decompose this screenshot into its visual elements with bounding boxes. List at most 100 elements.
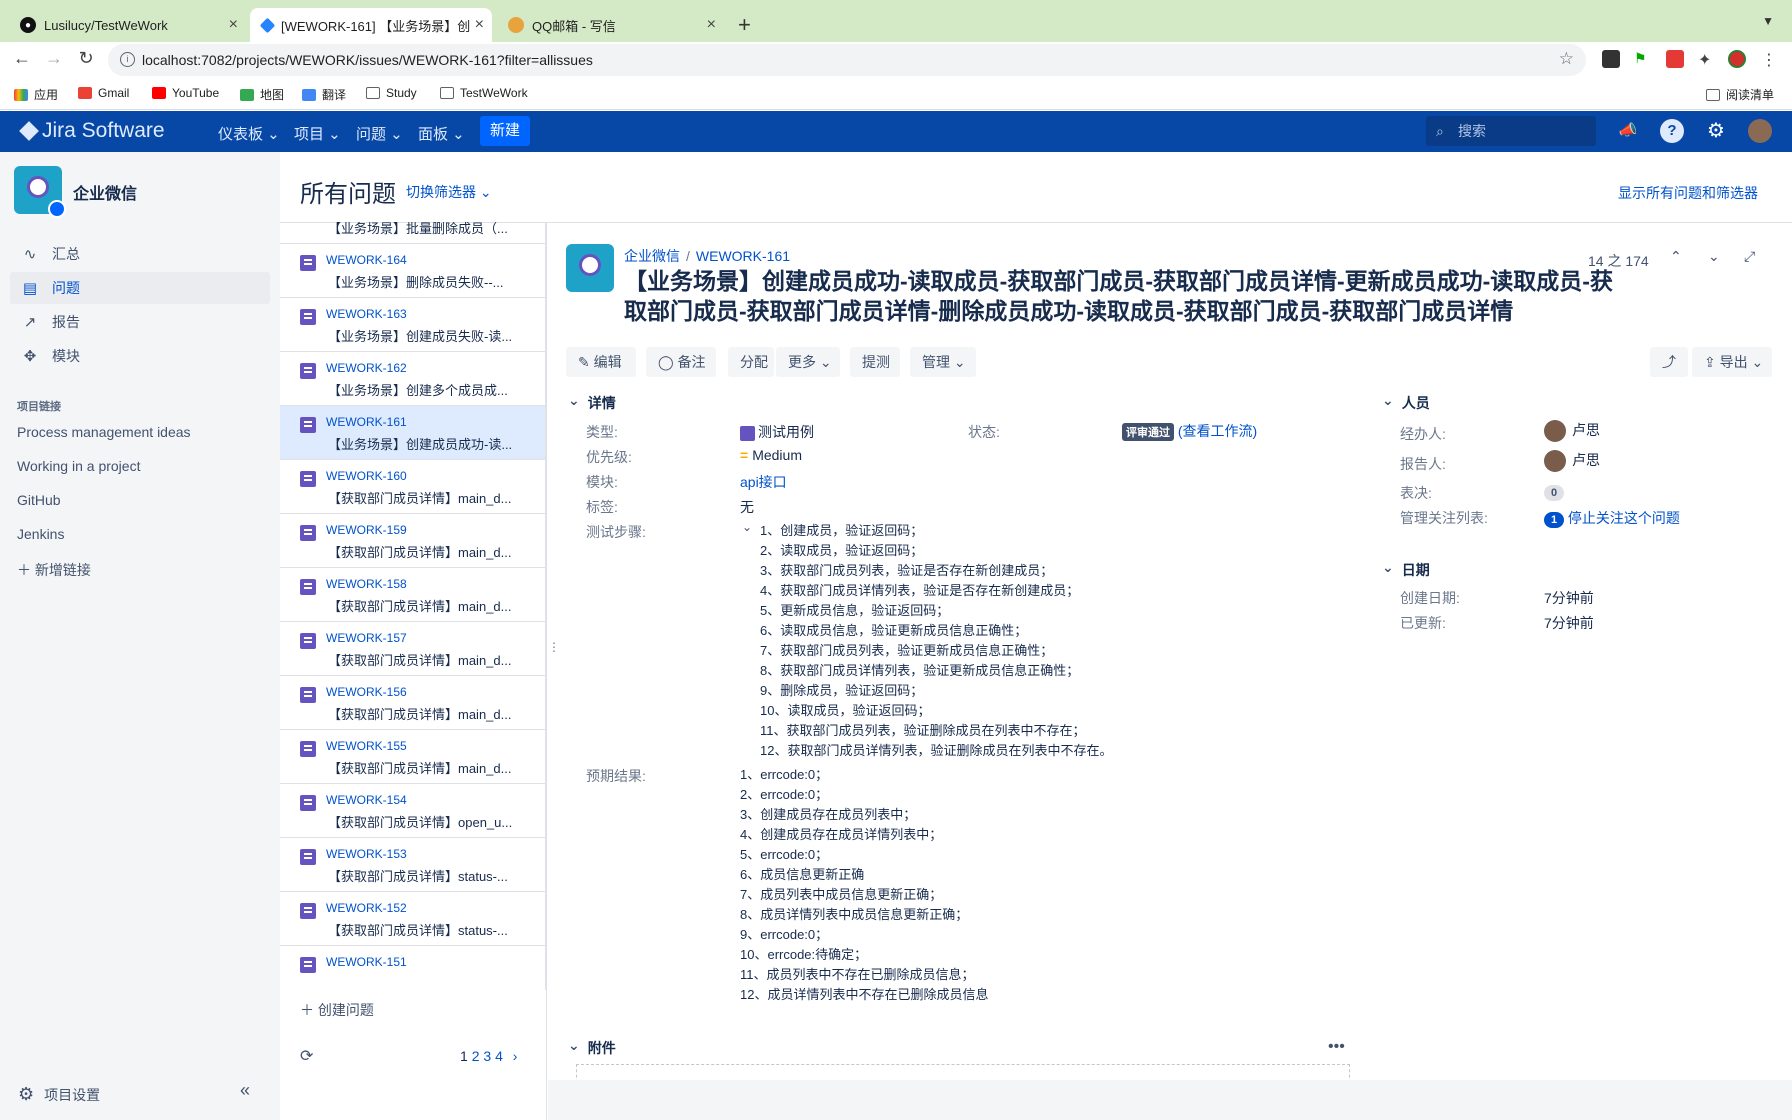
comment-button[interactable]: ◯ 备注 [646, 347, 716, 377]
menu-issues[interactable]: 问题 ⌄ [356, 123, 403, 144]
next-issue-icon[interactable]: ⌄ [1708, 248, 1720, 265]
attachments-section-toggle[interactable]: 附件 [568, 1038, 616, 1058]
search-input[interactable]: ⌕ 搜索 [1426, 116, 1596, 146]
issue-summary[interactable]: 【业务场景】创建成员成功-读取成员-获取部门成员-获取部门成员详情-更新成员成功… [624, 266, 1634, 326]
list-item[interactable]: WEWORK-158 【获取部门成员详情】main_d... [280, 568, 545, 622]
tab-search-icon[interactable]: ▼ [1762, 14, 1774, 28]
share-icon[interactable]: ⤴ [1650, 347, 1688, 377]
votes-value[interactable]: 0 [1544, 483, 1564, 501]
list-item[interactable]: WEWORK-155 【获取部门成员详情】main_d... [280, 730, 545, 784]
export-button[interactable]: ⇪ 导出 ⌄ [1692, 347, 1772, 377]
expand-icon[interactable]: ⤢ [1744, 248, 1755, 265]
list-item[interactable]: WEWORK-163 【业务场景】创建成员失败-读... [280, 298, 545, 352]
stop-watching-link[interactable]: 停止关注这个问题 [1568, 510, 1680, 526]
assign-button[interactable]: 分配 [728, 347, 774, 377]
list-item[interactable]: WEWORK-164 【业务场景】删除成员失败--... [280, 244, 545, 298]
expected-results[interactable]: 1、errcode:0； 2、errcode:0； 3、创建成员存在成员列表中；… [740, 765, 988, 1005]
bookmark-gmail[interactable]: Gmail [78, 86, 129, 100]
bookmark-maps[interactable]: 地图 [240, 86, 284, 103]
details-section-toggle[interactable]: 详情 [568, 393, 616, 413]
more-options-icon[interactable]: ••• [1328, 1038, 1345, 1056]
dates-section-toggle[interactable]: 日期 [1382, 560, 1430, 580]
page-3[interactable]: 3 [483, 1048, 491, 1064]
reload-icon[interactable]: ↻ [74, 48, 98, 69]
bookmark-apps[interactable]: 应用 [14, 86, 58, 103]
edit-button[interactable]: ✎ 编辑 [566, 347, 636, 377]
browser-tab-qqmail[interactable]: QQ邮箱 - 写信 × [496, 8, 724, 42]
panel-splitter[interactable] [546, 222, 547, 1120]
browser-tab-jira[interactable]: [WEWORK-161] 【业务场景】创 × [250, 8, 492, 42]
browser-tab-github[interactable]: ● Lusilucy/TestWeWork × [8, 8, 246, 42]
list-item-selected[interactable]: WEWORK-161 【业务场景】创建成员成功-读... [280, 406, 545, 460]
profile-avatar[interactable] [1728, 50, 1746, 68]
bookmark-testwework[interactable]: TestWeWork [440, 86, 528, 100]
list-item[interactable]: WEWORK-157 【获取部门成员详情】main_d... [280, 622, 545, 676]
watchers-count[interactable]: 1 [1544, 512, 1564, 528]
test-steps[interactable]: 1、创建成员，验证返回码； 2、读取成员，验证返回码； 3、获取部门成员列表，验… [760, 521, 1112, 761]
close-tab-icon[interactable]: × [229, 16, 238, 34]
menu-boards[interactable]: 面板 ⌄ [418, 123, 465, 144]
sidebar-item-reports[interactable]: ↗ 报告 [10, 306, 270, 338]
link-jenkins[interactable]: Jenkins [17, 526, 64, 542]
selenium-extension-icon[interactable] [1602, 50, 1620, 68]
add-link-button[interactable]: ＋ 新增链接 [17, 560, 91, 580]
create-button[interactable]: 新建 [480, 116, 530, 146]
user-avatar[interactable] [1748, 119, 1772, 143]
list-item[interactable]: WEWORK-153 【获取部门成员详情】status-... [280, 838, 545, 892]
fe-extension-icon[interactable] [1666, 50, 1684, 68]
drag-handle-icon[interactable]: ⋮ [548, 640, 560, 654]
assignee-value[interactable]: 卢思 [1544, 420, 1600, 443]
gear-icon[interactable]: ⚙ [1704, 119, 1728, 143]
project-settings[interactable]: ⚙ 项目设置 [18, 1084, 100, 1105]
link-github[interactable]: GitHub [17, 492, 61, 508]
sidebar-item-issues[interactable]: ▤ 问题 [10, 272, 270, 304]
list-item[interactable]: WEWORK-160 【获取部门成员详情】main_d... [280, 460, 545, 514]
view-workflow-link[interactable]: (查看工作流) [1178, 423, 1257, 439]
issue-list[interactable]: WEWORK-165【业务场景】批量删除成员（... WEWORK-164【业务… [280, 222, 546, 990]
extensions-puzzle-icon[interactable]: ✦ [1698, 50, 1716, 69]
manage-button[interactable]: 管理 ⌄ [910, 347, 976, 377]
list-item[interactable]: WEWORK-154 【获取部门成员详情】open_u... [280, 784, 545, 838]
reading-list[interactable]: 阅读清单 [1706, 86, 1774, 103]
more-button[interactable]: 更多 ⌄ [776, 347, 840, 377]
refresh-icon[interactable]: ⟳ [300, 1046, 313, 1066]
status-badge[interactable]: 评审通过 [1122, 423, 1174, 442]
link-working-in-project[interactable]: Working in a project [17, 458, 140, 474]
jira-logo[interactable]: Jira Software [19, 119, 165, 143]
submit-test-button[interactable]: 提测 [850, 347, 900, 377]
switch-filter-button[interactable]: 切换筛选器 ⌄ [406, 182, 492, 202]
component-link[interactable]: api接口 [740, 472, 787, 492]
collapse-sidebar-icon[interactable]: « [240, 1080, 250, 1101]
menu-projects[interactable]: 项目 ⌄ [294, 123, 341, 144]
bookmark-translate[interactable]: 翻译 [302, 86, 346, 103]
list-item[interactable]: WEWORK-156 【获取部门成员详情】main_d... [280, 676, 545, 730]
bookmark-youtube[interactable]: YouTube [152, 86, 219, 100]
list-item[interactable]: WEWORK-151 [280, 946, 545, 990]
breadcrumb-issue-key[interactable]: WEWORK-161 [696, 248, 790, 264]
previous-issue-icon[interactable]: ⌃ [1670, 248, 1682, 265]
new-tab-icon[interactable]: + [738, 12, 751, 38]
announcement-icon[interactable]: 📣 [1616, 119, 1640, 143]
forward-icon[interactable]: → [42, 48, 66, 69]
list-item[interactable]: WEWORK-152 【获取部门成员详情】status-... [280, 892, 545, 946]
reporter-value[interactable]: 卢思 [1544, 450, 1600, 473]
address-bar[interactable]: i localhost:7082/projects/WEWORK/issues/… [108, 44, 1586, 76]
link-process-management[interactable]: Process management ideas [17, 424, 191, 440]
project-name[interactable]: 企业微信 [73, 180, 137, 204]
create-issue-button[interactable]: ＋ 创建问题 [300, 1000, 374, 1020]
page-4[interactable]: 4 [495, 1048, 503, 1064]
close-tab-icon[interactable]: × [707, 16, 716, 34]
project-avatar[interactable] [14, 166, 66, 218]
next-page-icon[interactable]: › [513, 1048, 518, 1064]
people-section-toggle[interactable]: 人员 [1382, 393, 1430, 413]
page-1[interactable]: 1 [460, 1048, 468, 1064]
labels-value[interactable]: 无 [740, 497, 754, 517]
sidebar-item-summary[interactable]: ∿ 汇总 [10, 238, 270, 270]
back-icon[interactable]: ← [10, 48, 34, 69]
help-icon[interactable]: ? [1660, 119, 1684, 143]
list-item[interactable]: WEWORK-159 【获取部门成员详情】main_d... [280, 514, 545, 568]
list-item[interactable]: WEWORK-162 【业务场景】创建多个成员成... [280, 352, 545, 406]
sidebar-item-components[interactable]: ✥ 模块 [10, 340, 270, 372]
site-info-icon[interactable]: i [120, 52, 135, 67]
list-item[interactable]: WEWORK-165【业务场景】批量删除成员（... [280, 222, 545, 244]
